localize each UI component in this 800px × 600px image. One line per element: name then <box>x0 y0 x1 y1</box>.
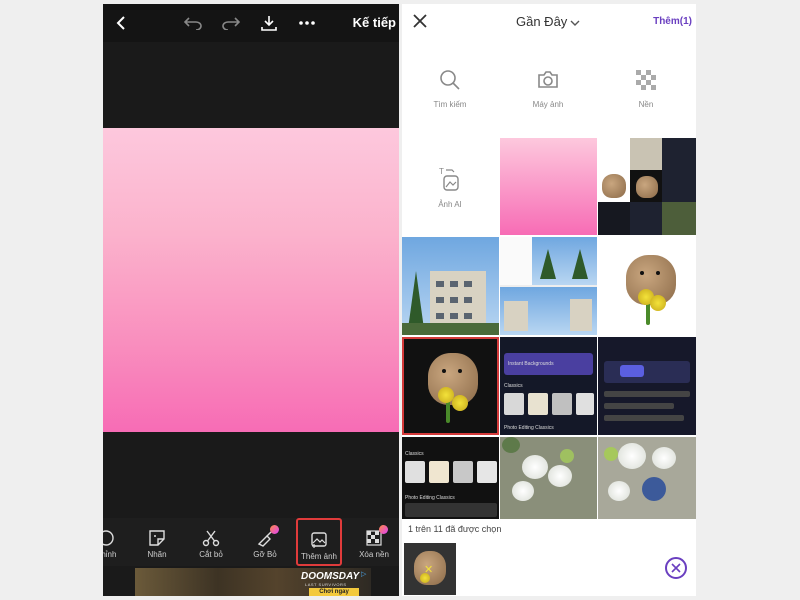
editor-topbar: Kế tiếp <box>103 4 399 42</box>
redo-icon[interactable] <box>221 13 241 33</box>
scissors-icon <box>202 530 220 547</box>
source-label: Nền <box>638 100 654 109</box>
tool-remove[interactable]: Gỡ Bỏ <box>242 518 288 566</box>
photo-thumbnail[interactable] <box>500 437 597 519</box>
ad-play-button[interactable]: Chơi ngay <box>309 588 359 596</box>
tool-adjust[interactable]: Chỉnh <box>103 518 129 566</box>
ad-brand: DOOMSDAY <box>301 571 360 582</box>
premium-badge-icon <box>379 525 388 534</box>
thumb-text: Classics <box>504 383 523 389</box>
source-search[interactable]: Tìm kiếm <box>402 44 498 140</box>
ad-info-icon[interactable]: ▷ <box>361 570 369 578</box>
selection-highlight <box>402 337 499 435</box>
tool-add-photo[interactable]: Thêm ảnh <box>296 518 342 566</box>
back-icon[interactable] <box>111 13 131 33</box>
tool-label: Gỡ Bỏ <box>253 550 277 559</box>
tool-label: Cắt bỏ <box>199 550 223 559</box>
more-options-icon[interactable] <box>297 13 317 33</box>
thumb-text: Photo Editing Classics <box>405 495 455 501</box>
svg-text:T: T <box>439 167 444 176</box>
tool-label: Nhãn <box>147 550 167 559</box>
close-icon[interactable] <box>412 13 428 34</box>
source-camera[interactable]: Máy ảnh <box>500 44 596 140</box>
tool-label: Chỉnh <box>103 550 117 559</box>
selected-photo-thumbnail[interactable]: ✕ <box>404 543 456 595</box>
tool-label: Thêm ảnh <box>300 552 338 561</box>
source-label: Máy ảnh <box>532 100 564 109</box>
premium-badge-icon <box>270 525 279 534</box>
photo-thumbnail[interactable] <box>598 337 696 435</box>
undo-icon[interactable] <box>183 13 203 33</box>
next-button[interactable]: Kế tiếp <box>353 15 396 30</box>
selection-count: 1 trên 11 đã được chọn <box>408 524 502 534</box>
editor-canvas[interactable] <box>103 128 399 432</box>
photo-thumbnail[interactable] <box>500 237 597 335</box>
photo-thumbnail[interactable] <box>598 138 696 235</box>
download-icon[interactable] <box>259 13 279 33</box>
photo-thumbnail[interactable]: Classics Photo Editing Classics <box>402 437 499 519</box>
source-background[interactable]: Nền <box>598 44 694 140</box>
tool-label: Xóa nền <box>359 550 389 559</box>
tool-remove-bg[interactable]: Xóa nền <box>351 518 397 566</box>
source-label: Tìm kiếm <box>433 100 467 109</box>
ai-photo-icon: T <box>439 167 459 191</box>
photo-thumbnail[interactable] <box>500 138 597 235</box>
photo-thumbnail[interactable] <box>598 437 696 519</box>
search-icon <box>440 70 460 90</box>
tool-cutout[interactable]: Cắt bỏ <box>188 518 234 566</box>
deselect-close-icon[interactable] <box>665 557 687 579</box>
photo-thumbnail[interactable]: Instant Backgrounds Classics Photo Editi… <box>500 337 597 435</box>
thumb-text: Photo Editing Classics <box>504 425 554 431</box>
source-label: Ảnh AI <box>438 200 462 209</box>
photo-thumbnail[interactable] <box>402 237 499 335</box>
chevron-down-icon[interactable] <box>570 15 580 33</box>
editor-toolbar: Chỉnh Nhãn Cắt bỏ Gỡ Bỏ Thêm ảnh Xóa nền <box>103 518 399 566</box>
album-title[interactable]: Gần Đây <box>516 14 567 29</box>
photo-thumbnail[interactable] <box>598 237 696 335</box>
ad-banner[interactable]: DOOMSDAY LAST SURVIVORS Chơi ngay ▷ <box>135 568 371 596</box>
adjust-icon <box>103 530 114 546</box>
thumb-text: Instant Backgrounds <box>508 361 554 367</box>
add-photo-icon <box>311 532 327 548</box>
editor-panel: Kế tiếp Chỉnh Nhãn Cắt bỏ Gỡ Bỏ Thêm ảnh… <box>103 4 399 596</box>
background-icon <box>636 70 656 90</box>
tool-sticker[interactable]: Nhãn <box>134 518 180 566</box>
photo-picker-panel: Gần Đây Thêm(1) Tìm kiếm Máy ảnh Nền T Ả… <box>402 4 696 596</box>
camera-icon <box>538 71 558 88</box>
source-ai-photo[interactable]: T Ảnh AI <box>402 140 498 236</box>
sticker-icon <box>149 530 165 546</box>
add-more-button[interactable]: Thêm(1) <box>653 16 692 27</box>
thumb-text: Classics <box>405 451 424 457</box>
ad-subtitle: LAST SURVIVORS <box>305 582 347 587</box>
